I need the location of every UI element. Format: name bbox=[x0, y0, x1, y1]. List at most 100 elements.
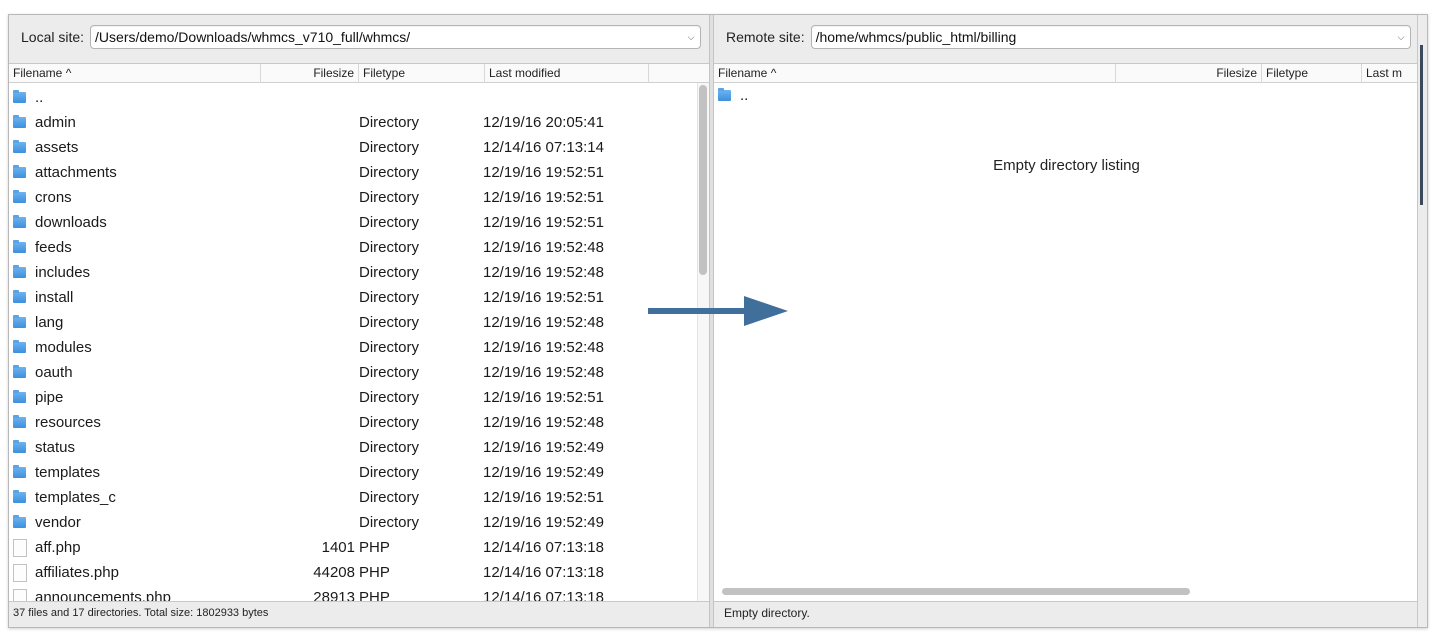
column-filename[interactable]: Filename ^ bbox=[714, 64, 1116, 83]
local-site-path[interactable]: /Users/demo/Downloads/whmcs_v710_full/wh… bbox=[91, 29, 410, 45]
file-row[interactable]: announcements.php 28913 PHP 12/14/16 07:13:… bbox=[9, 585, 709, 601]
chevron-down-icon[interactable]: ⌵ bbox=[682, 26, 700, 48]
file-name-cell[interactable]: crons bbox=[13, 185, 72, 210]
empty-listing-message: Empty directory listing bbox=[993, 157, 1140, 174]
file-row[interactable]: lang Directory 12/19/16 19:52:48 bbox=[9, 310, 709, 335]
file-name-cell[interactable]: lang bbox=[13, 310, 63, 335]
file-name: feeds bbox=[35, 239, 72, 256]
file-modified: 12/19/16 19:52:48 bbox=[483, 314, 604, 331]
file-name: templates_c bbox=[35, 489, 116, 506]
file-row[interactable]: templates Directory 12/19/16 19:52:49 bbox=[9, 460, 709, 485]
file-name-cell[interactable]: assets bbox=[13, 135, 78, 160]
file-row[interactable]: modules Directory 12/19/16 19:52:48 bbox=[9, 335, 709, 360]
chevron-down-icon[interactable]: ⌵ bbox=[1392, 26, 1410, 48]
file-name: pipe bbox=[35, 389, 64, 406]
file-name-cell[interactable]: admin bbox=[13, 110, 76, 135]
file-name-cell[interactable]: announcements.php bbox=[13, 585, 171, 601]
column-filesize[interactable]: Filesize bbox=[261, 64, 359, 83]
file-name: downloads bbox=[35, 214, 107, 231]
file-row[interactable]: crons Directory 12/19/16 19:52:51 bbox=[9, 185, 709, 210]
file-name-cell[interactable]: vendor bbox=[13, 510, 81, 535]
file-type: Directory bbox=[359, 289, 420, 306]
local-column-header: Filename ^ Filesize Filetype Last modifi… bbox=[9, 63, 709, 83]
file-name-cell[interactable]: oauth bbox=[13, 360, 73, 385]
file-name-cell[interactable]: affiliates.php bbox=[13, 560, 119, 585]
file-row[interactable]: install Directory 12/19/16 19:52:51 bbox=[9, 285, 709, 310]
remote-horizontal-scrollbar[interactable] bbox=[722, 588, 1190, 595]
file-type: Directory bbox=[359, 214, 420, 231]
file-row[interactable]: pipe Directory 12/19/16 19:52:51 bbox=[9, 385, 709, 410]
folder-icon bbox=[13, 165, 26, 178]
file-name-cell[interactable]: modules bbox=[13, 335, 92, 360]
file-modified: 12/19/16 19:52:51 bbox=[483, 389, 604, 406]
file-modified: 12/19/16 19:52:48 bbox=[483, 264, 604, 281]
file-name-cell[interactable]: install bbox=[13, 285, 73, 310]
file-modified: 12/19/16 19:52:49 bbox=[483, 464, 604, 481]
file-modified: 12/19/16 19:52:51 bbox=[483, 214, 604, 231]
remote-file-list[interactable]: Empty directory listing .. bbox=[714, 83, 1419, 601]
file-row[interactable]: oauth Directory 12/19/16 19:52:48 bbox=[9, 360, 709, 385]
file-row[interactable]: affiliates.php 44208 PHP 12/14/16 07:13:18 bbox=[9, 560, 709, 585]
file-type: Directory bbox=[359, 139, 420, 156]
file-name: .. bbox=[740, 87, 749, 104]
remote-pane: Remote site: /home/whmcs/public_html/bil… bbox=[714, 15, 1422, 627]
column-filename[interactable]: Filename ^ bbox=[9, 64, 261, 83]
file-name-cell[interactable]: downloads bbox=[13, 210, 107, 235]
file-type: Directory bbox=[359, 489, 420, 506]
file-modified: 12/19/16 19:52:48 bbox=[483, 239, 604, 256]
file-icon bbox=[13, 588, 27, 601]
file-name-cell[interactable]: .. bbox=[13, 85, 43, 110]
file-name-cell[interactable]: aff.php bbox=[13, 535, 81, 560]
file-row[interactable]: feeds Directory 12/19/16 19:52:48 bbox=[9, 235, 709, 260]
remote-site-path-combo[interactable]: /home/whmcs/public_html/billing ⌵ bbox=[810, 25, 1411, 49]
file-type: Directory bbox=[359, 364, 420, 381]
folder-icon bbox=[13, 440, 26, 453]
file-name-cell[interactable]: feeds bbox=[13, 235, 72, 260]
file-name-cell[interactable]: templates_c bbox=[13, 485, 116, 510]
file-name: assets bbox=[35, 139, 79, 156]
file-name-cell[interactable]: resources bbox=[13, 410, 101, 435]
file-row[interactable]: includes Directory 12/19/16 19:52:48 bbox=[9, 260, 709, 285]
file-row[interactable]: .. bbox=[9, 85, 709, 110]
file-name: resources bbox=[35, 414, 101, 431]
column-filetype[interactable]: Filetype bbox=[1262, 64, 1362, 83]
folder-icon bbox=[13, 140, 26, 153]
remote-site-label: Remote site: bbox=[726, 29, 805, 45]
file-name-cell[interactable]: pipe bbox=[13, 385, 63, 410]
file-type: PHP bbox=[359, 539, 390, 556]
column-filesize[interactable]: Filesize bbox=[1116, 64, 1262, 83]
file-modified: 12/19/16 19:52:51 bbox=[483, 189, 604, 206]
file-row[interactable]: assets Directory 12/14/16 07:13:14 bbox=[9, 135, 709, 160]
column-filetype[interactable]: Filetype bbox=[359, 64, 485, 83]
column-last-modified[interactable]: Last modified bbox=[485, 64, 649, 83]
file-row[interactable]: downloads Directory 12/19/16 19:52:51 bbox=[9, 210, 709, 235]
file-modified: 12/14/16 07:13:18 bbox=[483, 564, 604, 581]
folder-icon bbox=[13, 465, 26, 478]
file-name-cell[interactable]: .. bbox=[718, 83, 748, 108]
column-last-modified[interactable]: Last m bbox=[1362, 64, 1422, 83]
file-type: Directory bbox=[359, 189, 420, 206]
file-row[interactable]: aff.php 1401 PHP 12/14/16 07:13:18 bbox=[9, 535, 709, 560]
file-name-cell[interactable]: attachments bbox=[13, 160, 117, 185]
file-row[interactable]: status Directory 12/19/16 19:52:49 bbox=[9, 435, 709, 460]
file-row[interactable]: .. bbox=[714, 83, 1419, 108]
file-icon bbox=[13, 563, 27, 582]
file-type: Directory bbox=[359, 114, 420, 131]
remote-site-path[interactable]: /home/whmcs/public_html/billing bbox=[812, 29, 1017, 45]
local-site-row: Local site: /Users/demo/Downloads/whmcs_… bbox=[9, 15, 709, 59]
file-row[interactable]: templates_c Directory 12/19/16 19:52:51 bbox=[9, 485, 709, 510]
file-name-cell[interactable]: status bbox=[13, 435, 75, 460]
file-row[interactable]: resources Directory 12/19/16 19:52:48 bbox=[9, 410, 709, 435]
file-row[interactable]: vendor Directory 12/19/16 19:52:49 bbox=[9, 510, 709, 535]
file-row[interactable]: attachments Directory 12/19/16 19:52:51 bbox=[9, 160, 709, 185]
local-file-list[interactable]: .. admin Directory 12/19/16 20:05:41 assets D… bbox=[9, 83, 709, 601]
file-modified: 12/19/16 19:52:51 bbox=[483, 164, 604, 181]
file-name-cell[interactable]: templates bbox=[13, 460, 100, 485]
file-icon bbox=[13, 538, 27, 557]
file-row[interactable]: admin Directory 12/19/16 20:05:41 bbox=[9, 110, 709, 135]
local-site-path-combo[interactable]: /Users/demo/Downloads/whmcs_v710_full/wh… bbox=[90, 25, 701, 49]
remote-column-header: Filename ^ Filesize Filetype Last m bbox=[714, 63, 1422, 83]
file-name: .. bbox=[35, 89, 44, 106]
local-scrollbar-thumb[interactable] bbox=[699, 85, 707, 275]
file-name-cell[interactable]: includes bbox=[13, 260, 90, 285]
